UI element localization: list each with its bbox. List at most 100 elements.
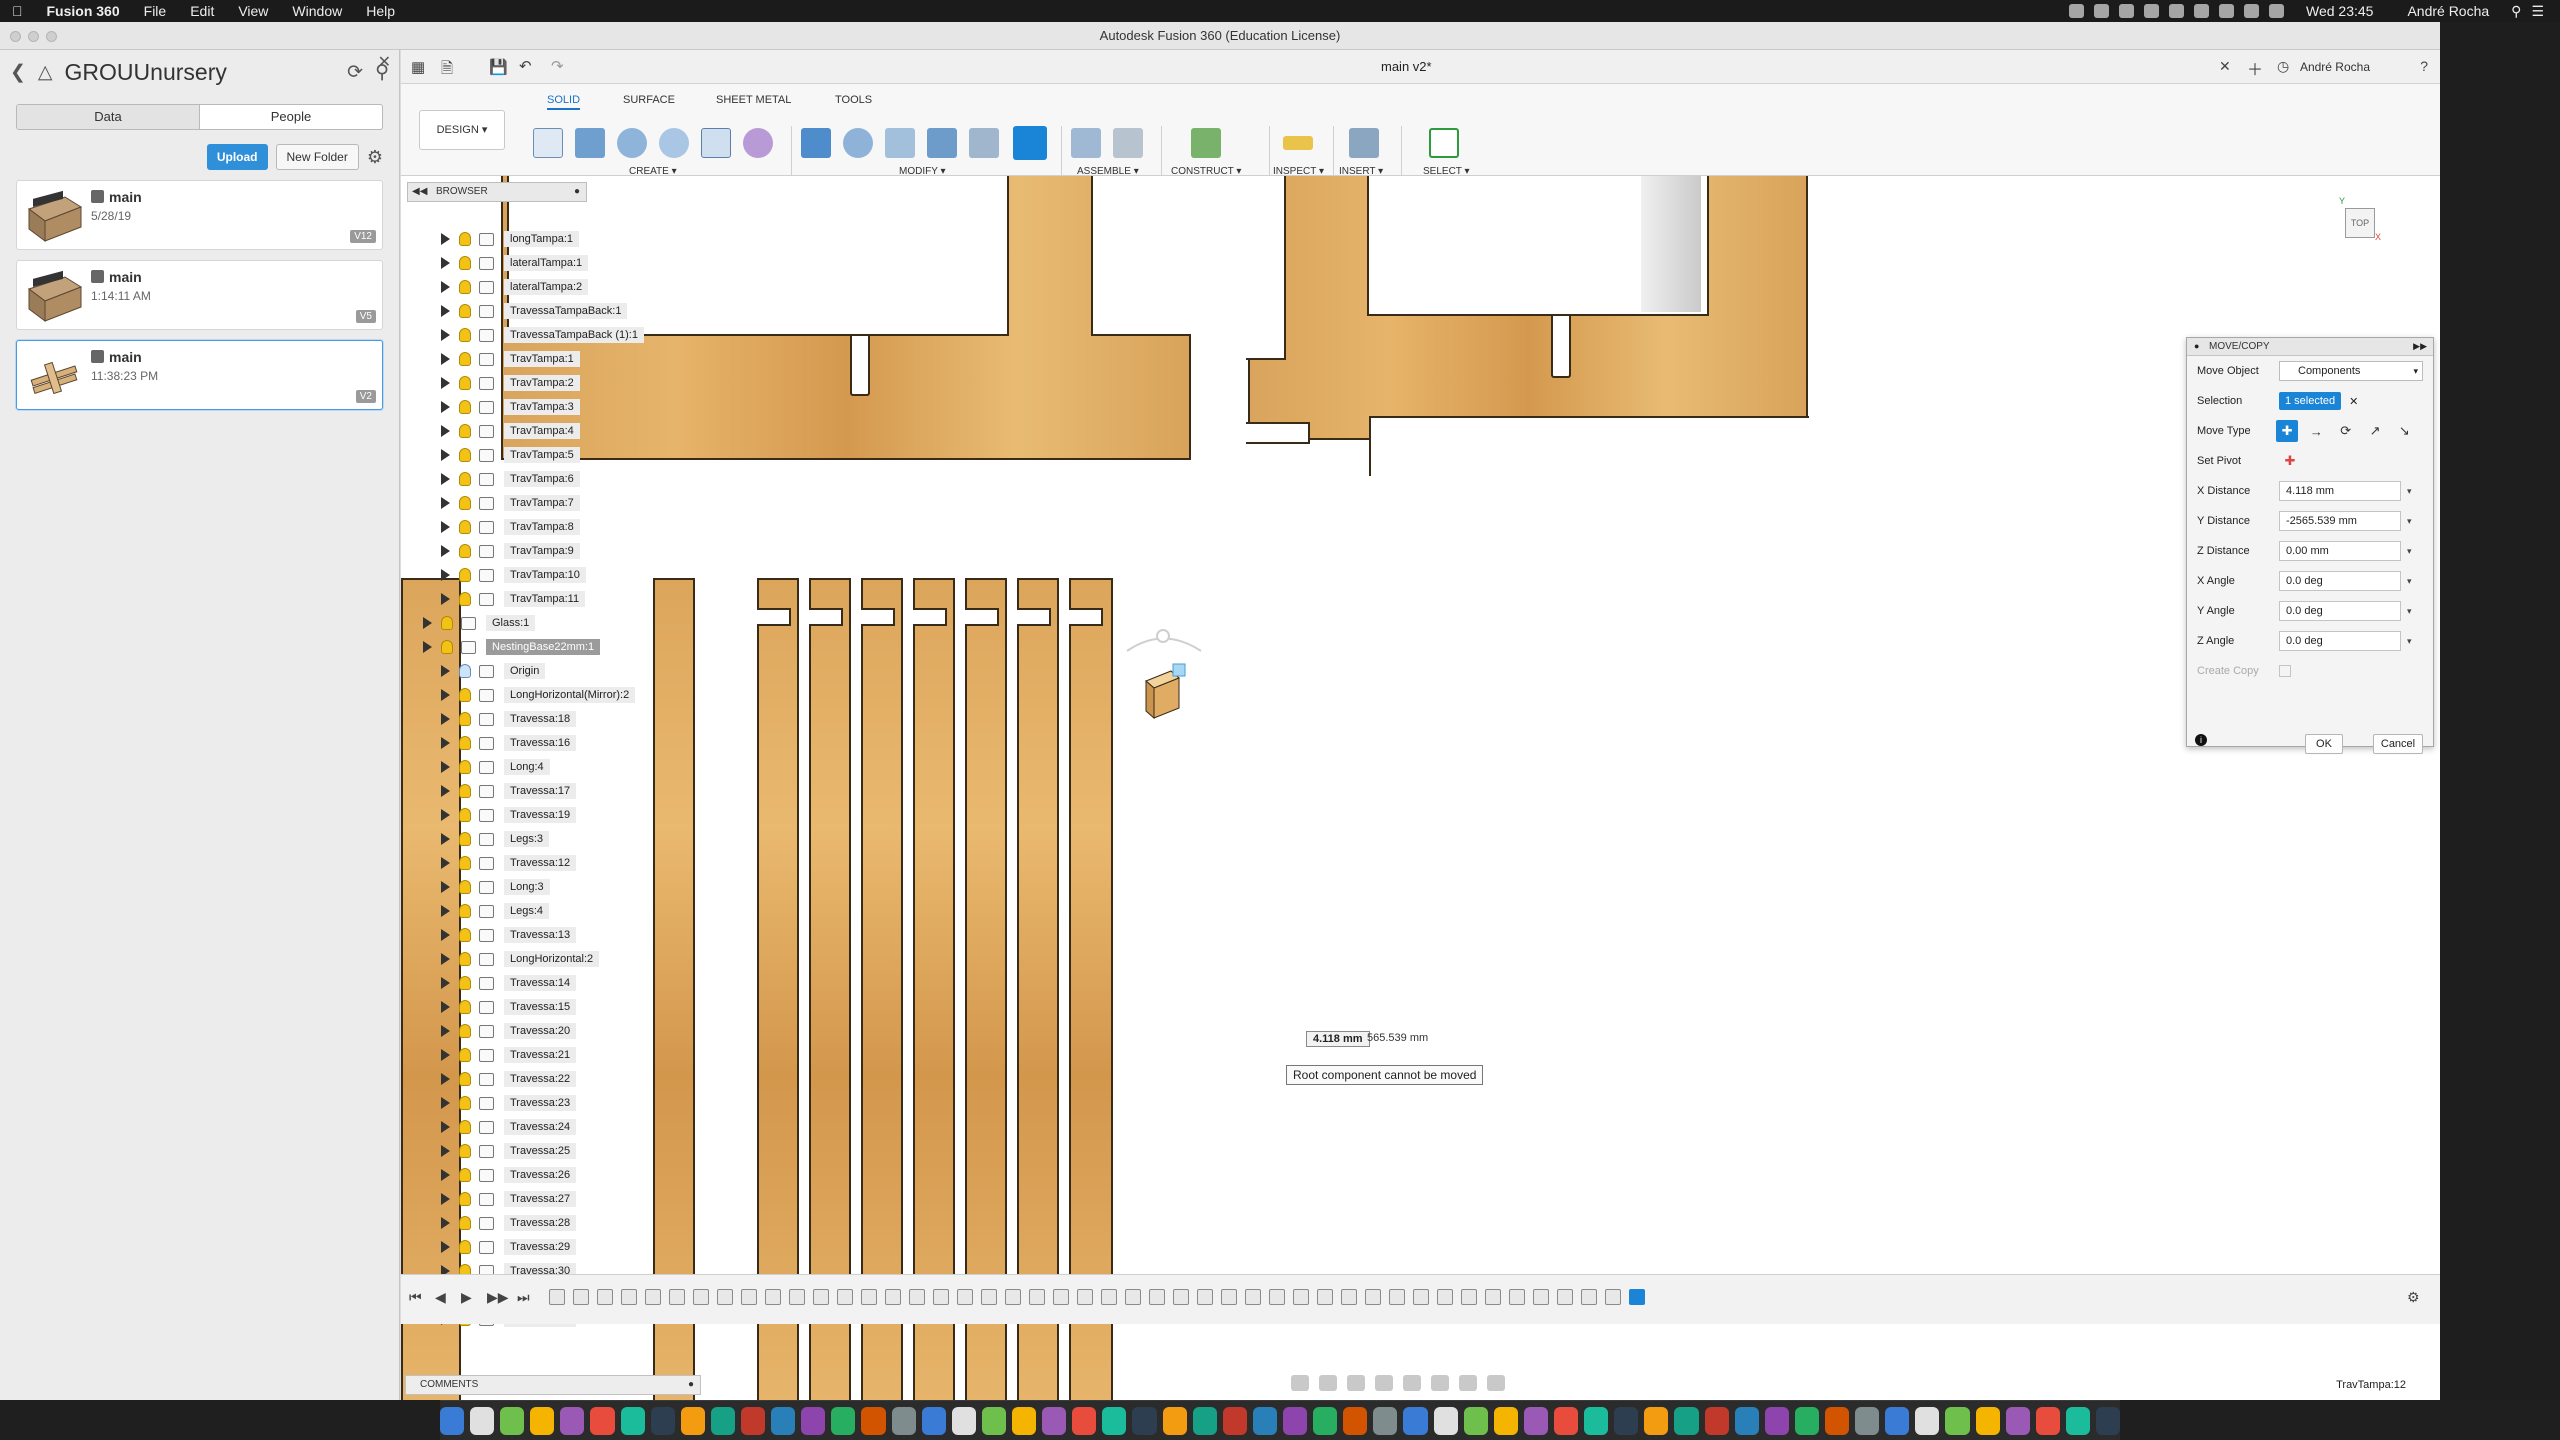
dock-app-icon[interactable]	[1855, 1406, 1880, 1435]
chevron-down-icon[interactable]: ▾	[2407, 546, 2412, 557]
browser-tree-row[interactable]: TravTampa:10	[441, 564, 586, 586]
dock-app-icon[interactable]	[2095, 1406, 2121, 1435]
comments-panel-header[interactable]: COMMENTS ●	[405, 1375, 701, 1395]
file-card[interactable]: main 1:14:11 AM V5	[16, 260, 383, 330]
comments-pin-icon[interactable]: ●	[688, 1376, 694, 1394]
press-pull-icon[interactable]	[801, 128, 831, 158]
browser-tree-row[interactable]: Travessa:22	[441, 1068, 577, 1090]
extrude-icon[interactable]	[575, 128, 605, 158]
bluetooth-icon[interactable]	[2193, 4, 2209, 18]
expand-arrow-icon[interactable]	[441, 713, 450, 725]
move-gizmo[interactable]	[1101, 606, 1231, 721]
timeline-feature-icon[interactable]	[1101, 1289, 1117, 1305]
combine-icon[interactable]	[927, 128, 957, 158]
expand-arrow-icon[interactable]	[441, 329, 450, 341]
expand-arrow-icon[interactable]	[423, 641, 432, 653]
dock-app-icon[interactable]	[1192, 1406, 1217, 1435]
move-copy-icon[interactable]	[1013, 126, 1047, 160]
expand-arrow-icon[interactable]	[441, 569, 450, 581]
visibility-bulb-icon[interactable]	[459, 808, 471, 822]
apple-icon[interactable]: 	[0, 0, 35, 22]
timeline-next-icon[interactable]: ▶▶	[487, 1289, 509, 1306]
tab-solid[interactable]: SOLID	[547, 94, 581, 110]
visibility-bulb-icon[interactable]	[459, 232, 471, 246]
browser-tree-row[interactable]: Travessa:18	[441, 708, 577, 730]
point-to-position-icon[interactable]: ↘	[2394, 420, 2415, 442]
timeline-start-icon[interactable]: ⏮	[409, 1289, 422, 1306]
dock-app-icon[interactable]	[530, 1406, 555, 1435]
timeline-feature-icon[interactable]	[933, 1289, 949, 1305]
z-distance-input[interactable]: 0.00 mm	[2279, 541, 2401, 561]
browser-tree-row[interactable]: TravTampa:1	[441, 348, 580, 370]
creative-cloud-icon[interactable]	[2068, 4, 2084, 18]
menu-edit[interactable]: Edit	[178, 0, 226, 22]
split-body-icon[interactable]	[969, 128, 999, 158]
visibility-bulb-icon[interactable]	[459, 688, 471, 702]
timeline-feature-icon[interactable]	[669, 1289, 685, 1305]
browser-tree-row[interactable]: Long:4	[441, 756, 550, 778]
browser-tree-row[interactable]: Travessa:25	[441, 1140, 577, 1162]
visibility-bulb-icon[interactable]	[459, 1024, 471, 1038]
info-icon[interactable]: i	[2195, 734, 2207, 746]
browser-tree-row[interactable]: TravTampa:7	[441, 492, 580, 514]
visibility-bulb-icon[interactable]	[459, 1216, 471, 1230]
timeline-feature-icon[interactable]	[1269, 1289, 1285, 1305]
timeline-play-icon[interactable]: ▶	[461, 1289, 472, 1306]
expand-arrow-icon[interactable]	[441, 545, 450, 557]
x-distance-readout[interactable]: 4.118 mm	[1306, 1031, 1370, 1047]
timeline-feature-icon[interactable]	[1221, 1289, 1237, 1305]
create-copy-checkbox[interactable]	[2279, 665, 2291, 677]
visibility-bulb-icon[interactable]	[459, 760, 471, 774]
time-machine-icon[interactable]	[2168, 4, 2184, 18]
orbit-icon[interactable]	[1291, 1375, 1309, 1391]
expand-arrow-icon[interactable]	[441, 881, 450, 893]
expand-arrow-icon[interactable]	[441, 737, 450, 749]
timeline-feature-icon[interactable]	[1389, 1289, 1405, 1305]
timeline-feature-icon[interactable]	[765, 1289, 781, 1305]
timeline-feature-icon[interactable]	[1533, 1289, 1549, 1305]
visibility-bulb-icon[interactable]	[459, 1048, 471, 1062]
expand-arrow-icon[interactable]	[441, 449, 450, 461]
undo-icon[interactable]: ↶	[519, 57, 532, 75]
browser-tree-row[interactable]: Travessa:29	[441, 1236, 577, 1258]
timeline-feature-icon[interactable]	[621, 1289, 637, 1305]
browser-tree-row[interactable]: Travessa:20	[441, 1020, 577, 1042]
expand-arrow-icon[interactable]	[441, 1049, 450, 1061]
timeline-feature-icon[interactable]	[909, 1289, 925, 1305]
browser-tree-row[interactable]: Travessa:16	[441, 732, 577, 754]
chevron-down-icon[interactable]: ▾	[2407, 636, 2412, 647]
dock-app-icon[interactable]	[650, 1406, 675, 1435]
insert-image-icon[interactable]	[1349, 128, 1379, 158]
expand-arrow-icon[interactable]	[441, 425, 450, 437]
expand-arrow-icon[interactable]	[441, 761, 450, 773]
document-tab[interactable]: main v2*	[1381, 50, 1432, 84]
joint-icon[interactable]	[1113, 128, 1143, 158]
dock-app-icon[interactable]	[620, 1406, 645, 1435]
expand-arrow-icon[interactable]	[441, 1073, 450, 1085]
close-window-button[interactable]	[10, 31, 21, 42]
expand-arrow-icon[interactable]	[441, 1241, 450, 1253]
visibility-bulb-icon[interactable]	[459, 496, 471, 510]
dock-app-icon[interactable]	[1915, 1406, 1940, 1435]
browser-tree-row[interactable]: Travessa:23	[441, 1092, 577, 1114]
expand-arrow-icon[interactable]	[423, 617, 432, 629]
point-to-point-icon[interactable]: ↗	[2364, 420, 2385, 442]
timeline-end-icon[interactable]: ⏭	[517, 1289, 530, 1306]
revolve-icon[interactable]	[617, 128, 647, 158]
visibility-bulb-icon[interactable]	[459, 304, 471, 318]
visibility-bulb-icon[interactable]	[459, 976, 471, 990]
measure-icon[interactable]	[1283, 136, 1313, 150]
look-at-icon[interactable]	[1319, 1375, 1337, 1391]
expand-arrow-icon[interactable]	[441, 953, 450, 965]
dock-app-icon[interactable]	[710, 1406, 736, 1435]
visibility-bulb-icon[interactable]	[459, 1000, 471, 1014]
browser-tree-row[interactable]: TravTampa:5	[441, 444, 580, 466]
browser-tree-row[interactable]: Travessa:13	[441, 924, 577, 946]
zoom-window-button[interactable]	[46, 31, 57, 42]
dock-app-icon[interactable]	[1252, 1406, 1277, 1435]
expand-arrow-icon[interactable]	[441, 833, 450, 845]
rotate-icon[interactable]: ⟳	[2335, 420, 2356, 442]
file-card[interactable]: main 5/28/19 V12	[16, 180, 383, 250]
dock-app-icon[interactable]	[1403, 1406, 1428, 1435]
expand-arrow-icon[interactable]	[441, 809, 450, 821]
